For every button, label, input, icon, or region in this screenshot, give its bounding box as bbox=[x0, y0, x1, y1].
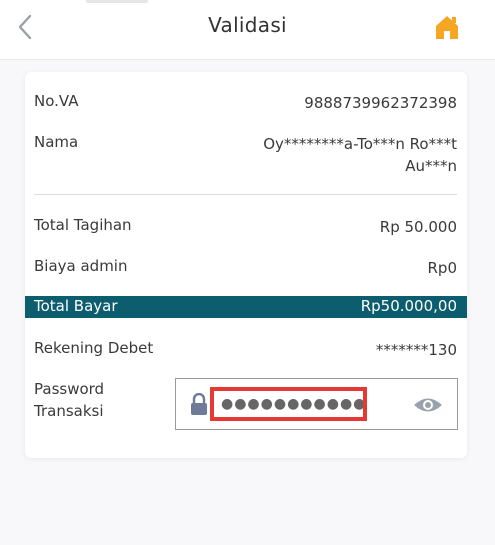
lock-icon bbox=[191, 393, 207, 415]
name-label: Nama bbox=[34, 133, 79, 151]
admin-label: Biaya admin bbox=[34, 257, 128, 275]
password-label: Password Transaksi bbox=[34, 378, 104, 422]
status-sliver bbox=[86, 0, 148, 3]
tagihan-label: Total Tagihan bbox=[34, 216, 132, 234]
tagihan-value: Rp 50.000 bbox=[379, 218, 457, 236]
password-input[interactable]: ●●●●●●●●●●●● bbox=[210, 387, 367, 421]
rekening-label: Rekening Debet bbox=[34, 339, 154, 357]
password-label-line-1: Password bbox=[34, 380, 105, 398]
total-label: Total Bayar bbox=[34, 297, 118, 315]
password-box: ●●●●●●●●●●●● bbox=[175, 378, 458, 430]
home-button[interactable] bbox=[430, 11, 464, 43]
eye-icon[interactable] bbox=[412, 394, 444, 416]
name-line-1: Oy********a-To***n Ro***t bbox=[263, 135, 457, 153]
rekening-value: *******130 bbox=[375, 341, 457, 359]
home-icon bbox=[436, 16, 458, 39]
divider bbox=[34, 194, 457, 195]
total-bayar-band: Total Bayar Rp50.000,00 bbox=[25, 296, 467, 318]
admin-value: Rp0 bbox=[427, 259, 458, 277]
top-bar: Validasi bbox=[0, 0, 495, 60]
va-value: 9888739962372398 bbox=[304, 94, 457, 112]
va-label: No.VA bbox=[34, 92, 79, 110]
validation-card: No.VA 9888739962372398 Nama Oy********a-… bbox=[25, 72, 467, 458]
password-label-line-2: Transaksi bbox=[34, 402, 104, 420]
page-title: Validasi bbox=[208, 13, 287, 37]
total-value: Rp50.000,00 bbox=[360, 297, 457, 315]
name-line-2: Au***n bbox=[405, 157, 457, 175]
name-value: Oy********a-To***n Ro***t Au***n bbox=[263, 133, 457, 177]
